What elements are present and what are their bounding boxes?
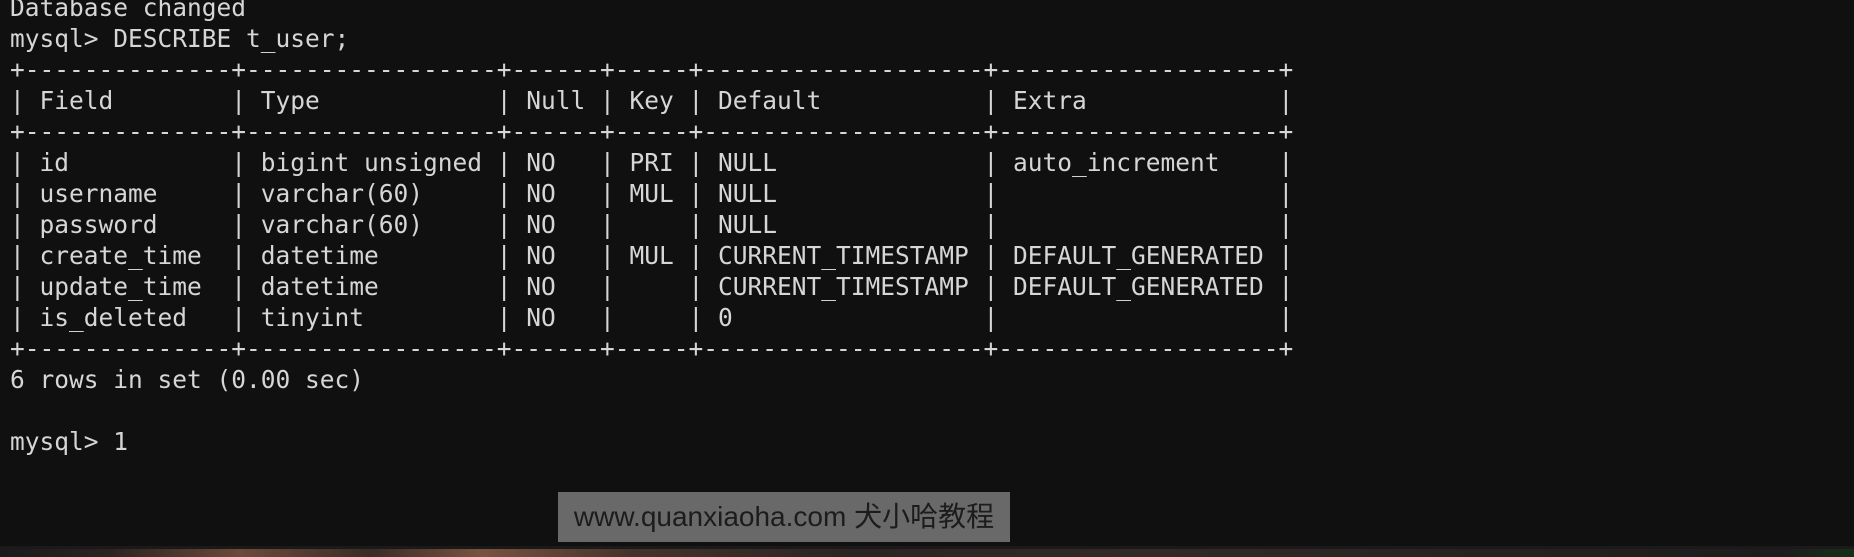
- prompt-line-active[interactable]: mysql> 1: [10, 426, 1854, 457]
- desktop-background-strip: [0, 549, 1854, 557]
- table-rule-bottom: +--------------+-----------------+------…: [10, 334, 1294, 363]
- table-row: | password | varchar(60) | NO | | NULL |…: [10, 210, 1294, 239]
- table-row: | update_time | datetime | NO | | CURREN…: [10, 272, 1294, 301]
- table-row: | id | bigint unsigned | NO | PRI | NULL…: [10, 148, 1294, 177]
- status-line-database-changed: Database changed: [10, 0, 247, 22]
- table-rule-top: +--------------+-----------------+------…: [10, 55, 1294, 84]
- table-header-row: | Field | Type | Null | Key | Default | …: [10, 86, 1294, 115]
- command-line-describe: mysql> DESCRIBE t_user;: [10, 24, 350, 53]
- table-rule-header: +--------------+-----------------+------…: [10, 117, 1294, 146]
- terminal-scrollback: Database changed mysql> DESCRIBE t_user;…: [10, 0, 1854, 457]
- table-row: | create_time | datetime | NO | MUL | CU…: [10, 241, 1294, 270]
- table-row: | is_deleted | tinyint | NO | | 0 | |: [10, 303, 1294, 332]
- table-row: | username | varchar(60) | NO | MUL | NU…: [10, 179, 1294, 208]
- terminal-window[interactable]: Database changed mysql> DESCRIBE t_user;…: [0, 0, 1854, 557]
- result-footer-row-count: 6 rows in set (0.00 sec): [10, 365, 365, 394]
- watermark-overlay: www.quanxiaoha.com 犬小哈教程: [558, 492, 1010, 542]
